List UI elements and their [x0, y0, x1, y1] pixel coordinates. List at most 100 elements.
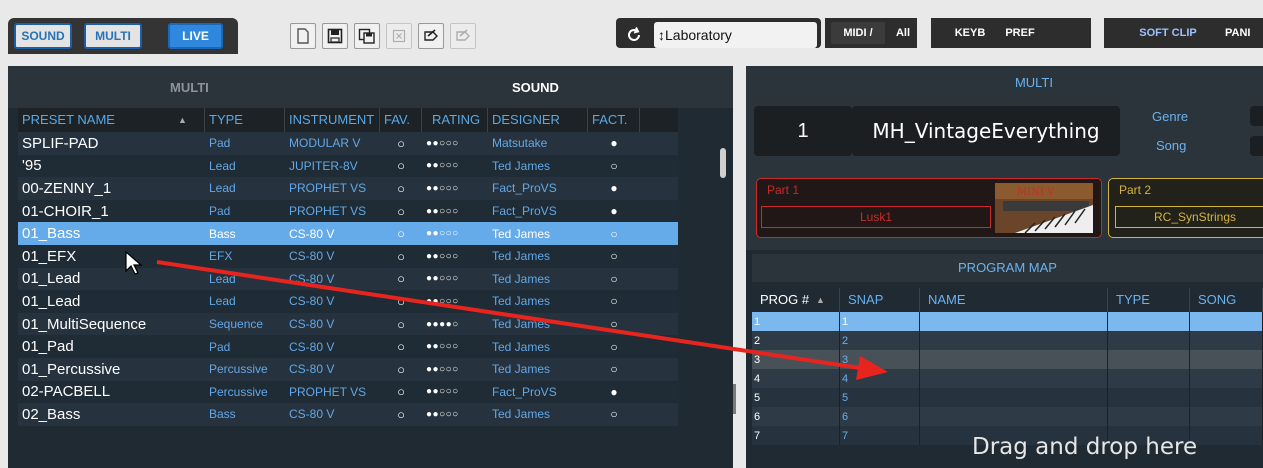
favorite-toggle[interactable]: ○ [380, 358, 422, 381]
preset-row[interactable]: 01_Lead Lead CS-80 V ○ ●●○○○ Ted James ○ [18, 267, 678, 291]
midi-channel-button[interactable]: MIDI / [831, 22, 885, 44]
mode-multi-button[interactable]: MULTI [84, 23, 142, 49]
designer-cell: Ted James [492, 271, 551, 286]
col-song[interactable]: SONG [1190, 288, 1263, 312]
col-snap[interactable]: SNAP [840, 288, 920, 312]
snap-cell: 4 [840, 369, 920, 388]
preset-row[interactable]: SPLIF-PAD Pad MODULAR V ○ ●●○○○ Matsutake ● [18, 132, 678, 155]
genre-field[interactable] [1250, 106, 1263, 126]
favorite-toggle[interactable]: ○ [380, 290, 422, 313]
import-icon[interactable] [418, 23, 444, 49]
col-fact[interactable]: FACT. [588, 108, 640, 132]
snap-cell: 3 [840, 350, 920, 369]
col-prog[interactable]: PROG # ▲ [752, 288, 840, 312]
soft-clip-button[interactable]: SOFT CLIP [1108, 22, 1228, 44]
preset-row[interactable]: 01_Lead Lead CS-80 V ○ ●●○○○ Ted James ○ [18, 290, 678, 313]
type-cell: Bass [209, 226, 236, 241]
tab-sound[interactable]: SOUND [512, 80, 559, 95]
thumb-logo: MINI V [1017, 187, 1055, 198]
preset-browser: MULTI SOUND PRESET NAME ▲ TYPE INSTRUMENT… [8, 66, 736, 468]
instrument-cell: CS-80 V [289, 339, 335, 354]
preset-selector[interactable]: ↕Laboratory [654, 22, 817, 48]
program-row[interactable]: 55 [752, 388, 1263, 407]
preset-row[interactable]: 02_Bass Bass CS-80 V ○ ●●○○○ Ted James ○ [18, 403, 678, 426]
save-icon[interactable] [322, 23, 348, 49]
new-file-icon[interactable] [290, 23, 316, 49]
browser-column-headers: PRESET NAME ▲ TYPE INSTRUMENT FAV. RATING… [18, 108, 678, 132]
panel-splitter[interactable] [733, 384, 736, 414]
delete-icon[interactable] [386, 23, 412, 49]
favorite-toggle[interactable]: ○ [380, 313, 422, 336]
program-row[interactable]: 33 [752, 350, 1263, 369]
preset-row[interactable]: 02-PACBELL Percussive PROPHET VS ○ ●●○○○ Fact… [18, 380, 678, 404]
designer-cell: Ted James [492, 407, 551, 422]
col-type[interactable]: TYPE [1108, 288, 1190, 312]
col-preset-name[interactable]: PRESET NAME ▲ [18, 108, 205, 132]
preset-row[interactable]: 01_EFX EFX CS-80 V ○ ●●○○○ Ted James ○ [18, 244, 678, 268]
save-as-icon[interactable] [354, 23, 380, 49]
instrument-cell: PROPHET VS [289, 181, 367, 196]
browser-tabs: MULTI SOUND [8, 66, 733, 108]
mode-live-button[interactable]: LIVE [168, 23, 223, 49]
browser-scrollbar[interactable] [720, 148, 726, 178]
favorite-toggle[interactable]: ○ [380, 268, 422, 291]
col-name[interactable]: NAME [920, 288, 1108, 312]
program-map-list: 11223344556677 [752, 312, 1263, 445]
preset-row[interactable]: 01_Percussive Percussive CS-80 V ○ ●●○○○ Ted … [18, 357, 678, 381]
factory-flag: ○ [610, 339, 618, 354]
preset-name-cell: 01_Bass [22, 225, 81, 243]
rating-cell: ●●○○○ [426, 250, 459, 262]
preset-row[interactable]: 01_MultiSequence Sequence CS-80 V ○ ●●●●○ Ted… [18, 312, 678, 336]
type-cell: Pad [209, 339, 231, 354]
favorite-toggle[interactable]: ○ [380, 177, 422, 200]
col-rating[interactable]: RATING [422, 108, 488, 132]
col-designer[interactable]: DESIGNER [488, 108, 588, 132]
favorite-toggle[interactable]: ○ [380, 403, 422, 426]
song-field[interactable] [1250, 136, 1263, 156]
prog-cell: 1 [752, 312, 840, 331]
favorite-toggle[interactable]: ○ [380, 200, 422, 223]
program-row[interactable]: 66 [752, 407, 1263, 426]
program-row[interactable]: 11 [752, 312, 1263, 331]
midi-all-button[interactable]: All [893, 22, 913, 44]
preset-row[interactable]: 01-CHOIR_1 Pad PROPHET VS ○ ●●○○○ Fact_ProVS ● [18, 199, 678, 223]
col-fav[interactable]: FAV. [380, 108, 422, 132]
type-cell [1108, 312, 1190, 331]
rating-cell: ●●○○○ [426, 363, 459, 375]
designer-cell: Matsutake [492, 136, 548, 151]
preset-row[interactable]: '95 Lead JUPITER-8V ○ ●●○○○ Ted James ○ [18, 154, 678, 178]
mode-sound-button[interactable]: SOUND [14, 23, 72, 49]
song-cell [1190, 350, 1263, 369]
rating-cell: ●●●●○ [426, 318, 459, 330]
export-icon[interactable] [450, 23, 476, 49]
favorite-toggle[interactable]: ○ [380, 381, 422, 404]
favorite-toggle[interactable]: ○ [380, 155, 422, 178]
type-cell: Lead [209, 181, 236, 196]
keyboard-button[interactable]: KEYB [948, 22, 992, 44]
preset-list: SPLIF-PAD Pad MODULAR V ○ ●●○○○ Matsutake ● '95… [18, 132, 678, 426]
favorite-toggle[interactable]: ○ [380, 245, 422, 268]
panic-button[interactable]: PANI [1225, 22, 1263, 44]
col-instrument[interactable]: INSTRUMENT [285, 108, 380, 132]
preset-row[interactable]: 01_Bass Bass CS-80 V ○ ●●○○○ Ted James ○ [18, 222, 678, 245]
genre-label: Genre [1152, 109, 1189, 124]
favorite-toggle[interactable]: ○ [380, 335, 422, 358]
program-row[interactable]: 22 [752, 331, 1263, 350]
preset-name-cell: 00-ZENNY_1 [22, 179, 112, 197]
designer-cell: Ted James [492, 249, 551, 264]
preset-row[interactable]: 00-ZENNY_1 Lead PROPHET VS ○ ●●○○○ Fact_ProVS… [18, 177, 678, 200]
tab-multi[interactable]: MULTI [170, 80, 209, 95]
preset-row[interactable]: 01_Pad Pad CS-80 V ○ ●●○○○ Ted James ○ [18, 335, 678, 358]
program-row[interactable]: 44 [752, 369, 1263, 388]
designer-cell: Ted James [492, 317, 551, 332]
preset-name-cell: '95 [22, 157, 42, 175]
part-1-slot[interactable]: Part 1 Lusk1 MINI V [756, 178, 1102, 238]
factory-flag: ● [610, 136, 618, 151]
favorite-toggle[interactable]: ○ [380, 222, 422, 245]
preferences-button[interactable]: PREF [1001, 22, 1039, 44]
song-label: Song [1156, 138, 1187, 153]
favorite-toggle[interactable]: ○ [380, 132, 422, 155]
part-2-slot[interactable]: Part 2 RC_SynStrings [1108, 178, 1263, 238]
refresh-icon[interactable] [620, 24, 648, 46]
col-type[interactable]: TYPE [205, 108, 285, 132]
